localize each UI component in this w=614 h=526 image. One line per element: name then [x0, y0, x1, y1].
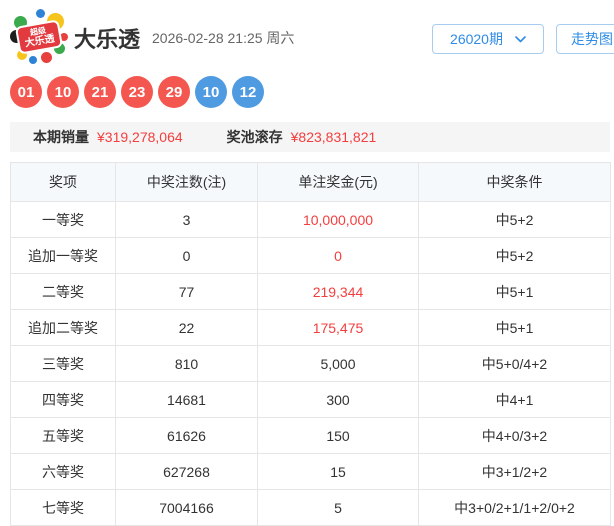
- period-select-label: 26020期: [450, 31, 503, 47]
- logo-dot: [29, 56, 37, 64]
- prize-row: 三等奖 810 5,000 中5+0/4+2: [10, 345, 611, 382]
- prize-level-cell: 五等奖: [10, 417, 116, 454]
- prize-level-cell: 追加一等奖: [10, 237, 116, 274]
- prize-amount-cell: 150: [257, 417, 419, 454]
- sales-bar: 本期销量 ¥319,278,064 奖池滚存 ¥823,831,821: [10, 122, 610, 152]
- winning-count-cell: 7004166: [115, 489, 258, 526]
- page-title: 大乐透: [74, 27, 141, 52]
- pool-label: 奖池滚存: [226, 129, 283, 145]
- win-condition-cell: 中5+0/4+2: [418, 345, 611, 382]
- winning-count-cell: 3: [115, 201, 258, 238]
- pool-value: ¥823,831,821: [290, 129, 377, 145]
- winning-count-cell: 22: [115, 309, 258, 346]
- front-number-ball: 23: [121, 76, 153, 108]
- prize-amount-cell: 5: [257, 489, 419, 526]
- period-select[interactable]: 26020期: [432, 24, 544, 54]
- prize-table-body: 一等奖 3 10,000,000 中5+2 追加一等奖 0 0 中5+2 二等奖 77 219,34…: [10, 201, 611, 526]
- winning-count-cell: 0: [115, 237, 258, 274]
- header: 超级 大乐透 大乐透 2026-02-28 21:25 周六 26020期 走势…: [0, 0, 614, 70]
- prize-row: 五等奖 61626 150 中4+0/3+2: [10, 417, 611, 454]
- prize-level-cell: 一等奖: [10, 201, 116, 238]
- draw-datetime: 2026-02-28 21:25 周六: [152, 30, 295, 46]
- prize-amount-cell: 219,344: [257, 273, 419, 310]
- prize-amount-cell: 0: [257, 237, 419, 274]
- prize-level-cell: 二等奖: [10, 273, 116, 310]
- front-number-ball: 01: [10, 76, 42, 108]
- col-header-win-condition: 中奖条件: [418, 162, 611, 202]
- win-condition-cell: 中3+0/2+1/1+2/0+2: [418, 489, 611, 526]
- prize-row: 四等奖 14681 300 中4+1: [10, 381, 611, 418]
- prize-amount-cell: 15: [257, 453, 419, 490]
- super-lotto-logo: 超级 大乐透: [10, 8, 68, 64]
- col-header-winning-count: 中奖注数(注): [115, 162, 258, 202]
- sales-value: ¥319,278,064: [97, 129, 183, 145]
- col-header-prize-amount: 单注奖金(元): [257, 162, 419, 202]
- back-number-ball: 12: [232, 76, 264, 108]
- prize-level-cell: 六等奖: [10, 453, 116, 490]
- win-condition-cell: 中4+0/3+2: [418, 417, 611, 454]
- win-condition-cell: 中5+1: [418, 309, 611, 346]
- drawn-numbers: 01 10 21 23 29 10 12: [10, 76, 264, 108]
- front-number-ball: 21: [84, 76, 116, 108]
- win-condition-cell: 中3+1/2+2: [418, 453, 611, 490]
- prize-level-cell: 三等奖: [10, 345, 116, 382]
- prize-row: 追加一等奖 0 0 中5+2: [10, 237, 611, 274]
- front-number-ball: 29: [158, 76, 190, 108]
- prize-amount-cell: 10,000,000: [257, 201, 419, 238]
- logo-dot: [36, 9, 45, 18]
- win-condition-cell: 中4+1: [418, 381, 611, 418]
- prize-amount-cell: 5,000: [257, 345, 419, 382]
- trend-chart-button[interactable]: 走势图: [556, 24, 614, 54]
- winning-count-cell: 627268: [115, 453, 258, 490]
- winning-count-cell: 77: [115, 273, 258, 310]
- prize-level-cell: 四等奖: [10, 381, 116, 418]
- back-number-ball: 10: [195, 76, 227, 108]
- prize-amount-cell: 175,475: [257, 309, 419, 346]
- front-number-ball: 10: [47, 76, 79, 108]
- sales-label: 本期销量: [33, 129, 89, 145]
- logo-dot: [41, 52, 52, 63]
- col-header-prize-level: 奖项: [10, 162, 116, 202]
- page: { "header": { "logo_line1": "超级", "logo_…: [0, 0, 614, 526]
- prize-row: 一等奖 3 10,000,000 中5+2: [10, 201, 611, 238]
- winning-count-cell: 61626: [115, 417, 258, 454]
- prize-level-cell: 追加二等奖: [10, 309, 116, 346]
- win-condition-cell: 中5+1: [418, 273, 611, 310]
- prize-row: 六等奖 627268 15 中3+1/2+2: [10, 453, 611, 490]
- prize-table-header: 奖项 中奖注数(注) 单注奖金(元) 中奖条件: [10, 162, 611, 202]
- win-condition-cell: 中5+2: [418, 237, 611, 274]
- prize-table: 奖项 中奖注数(注) 单注奖金(元) 中奖条件 一等奖 3 10,000,000 中5…: [10, 162, 611, 526]
- win-condition-cell: 中5+2: [418, 201, 611, 238]
- prize-row: 追加二等奖 22 175,475 中5+1: [10, 309, 611, 346]
- prize-row: 七等奖 7004166 5 中3+0/2+1/1+2/0+2: [10, 489, 611, 526]
- winning-count-cell: 14681: [115, 381, 258, 418]
- chevron-down-icon: [515, 35, 526, 43]
- prize-row: 二等奖 77 219,344 中5+1: [10, 273, 611, 310]
- winning-count-cell: 810: [115, 345, 258, 382]
- trend-chart-button-label: 走势图: [571, 31, 613, 47]
- prize-amount-cell: 300: [257, 381, 419, 418]
- prize-level-cell: 七等奖: [10, 489, 116, 526]
